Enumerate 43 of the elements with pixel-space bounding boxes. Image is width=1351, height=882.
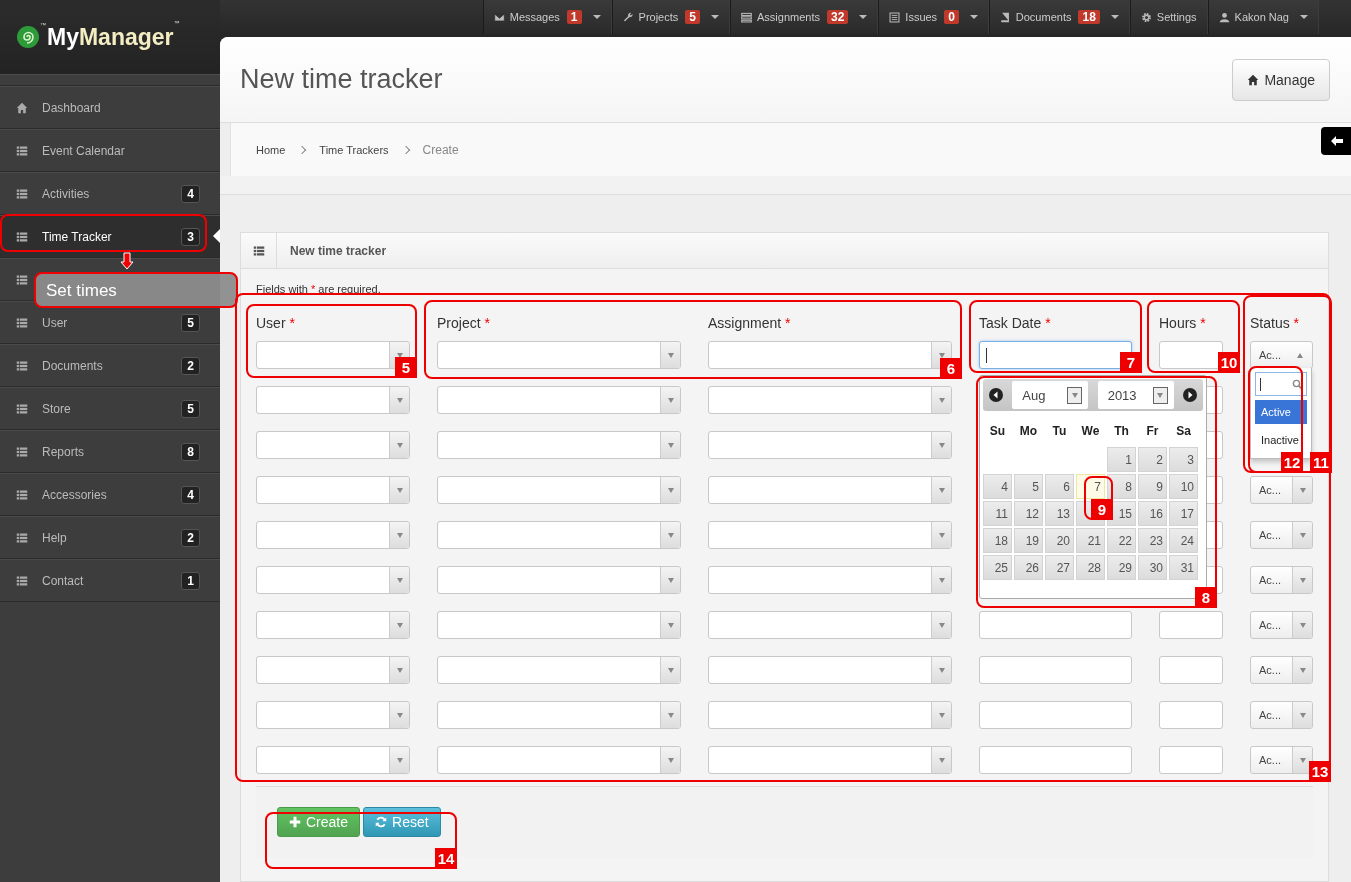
callout-number: 10 (1218, 352, 1240, 373)
callout-number: 14 (435, 848, 457, 869)
weekday-label: Mo (1018, 423, 1039, 440)
field-label: Task Date * (979, 315, 1052, 333)
field-label: Project * (437, 315, 491, 333)
required-note: Fields with * are required. (256, 283, 382, 295)
weekday-label: We (1080, 423, 1101, 440)
count-badge: 1 (181, 571, 200, 590)
callout-number: 5 (395, 357, 417, 378)
weekday-label: Tu (1051, 423, 1068, 440)
weekday-label: Th (1113, 423, 1130, 440)
count-badge: 8 (181, 442, 200, 461)
callout-number: 9 (1091, 499, 1113, 520)
count-badge: 1 (566, 10, 582, 24)
count-badge: 5 (181, 399, 200, 418)
breadcrumb-text: Create (422, 142, 459, 157)
field-label: User * (256, 315, 296, 333)
field-label: Status * (1250, 315, 1301, 333)
count-badge: 2 (181, 528, 200, 547)
count-badge: 4 (181, 485, 200, 504)
count-badge: 4 (181, 184, 200, 203)
callout-number: 11 (1310, 452, 1332, 473)
count-badge: 0 (944, 10, 959, 24)
callout-number: 12 (1281, 452, 1303, 473)
count-badge: 18 (1078, 10, 1100, 24)
count-badge: 32 (826, 10, 849, 24)
field-label: Hours * (1159, 315, 1207, 333)
count-badge: 3 (181, 227, 200, 246)
count-badge: 2 (181, 356, 200, 375)
field-label: Assignment * (708, 315, 792, 333)
logo-text: MyManager (47, 23, 174, 51)
panel-title: New time tracker (290, 243, 387, 258)
count-badge: 5 (685, 10, 700, 24)
page-title: New time tracker (240, 64, 443, 95)
tooltip: Set times (34, 272, 238, 308)
weekday-label: Su (988, 423, 1007, 440)
callout-number: 7 (1120, 352, 1142, 373)
count-badge: 5 (181, 313, 200, 332)
weekday-label: Fr (1145, 423, 1160, 440)
callout-number: 8 (1195, 587, 1217, 608)
callout-number: 6 (940, 358, 962, 379)
weekday-label: Sa (1175, 423, 1192, 440)
callout-number: 13 (1309, 761, 1331, 782)
